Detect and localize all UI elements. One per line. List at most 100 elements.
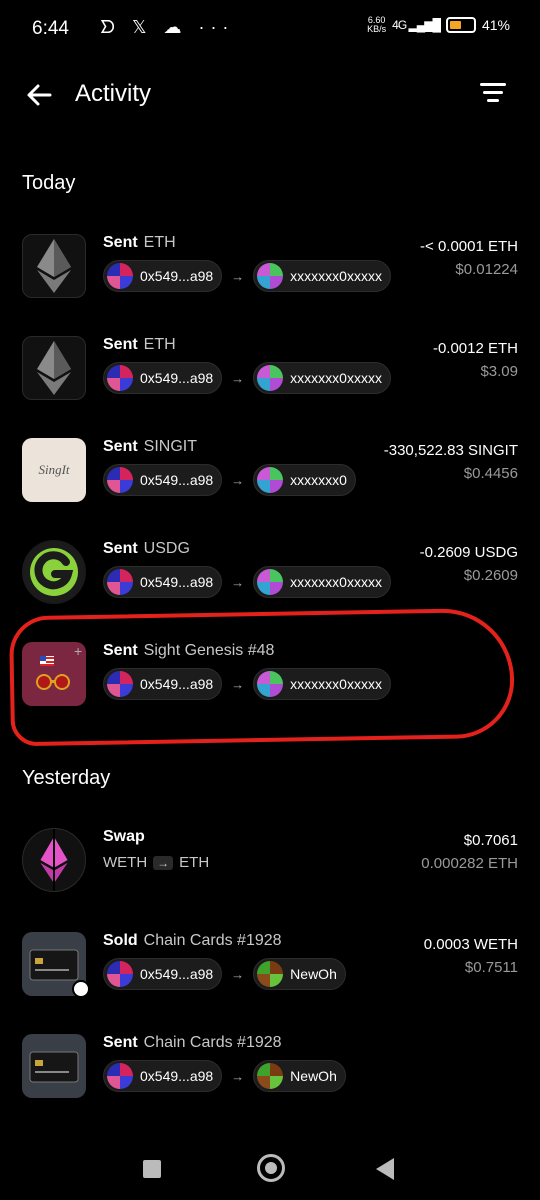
primary-amount: -330,522.83 SINGIT bbox=[383, 442, 518, 459]
row-title: Sent SINGIT bbox=[103, 438, 197, 456]
arrow-right-icon: → bbox=[231, 1068, 245, 1084]
row-title: Sent ETH bbox=[103, 336, 176, 354]
from-address: 0x549...a98 bbox=[140, 268, 214, 284]
home-icon[interactable] bbox=[257, 1154, 285, 1182]
address-chips: 0x549...a98 → xxxxxxx0xxxxx bbox=[103, 566, 391, 598]
to-address-chip[interactable]: xxxxxxx0xxxxx bbox=[253, 260, 391, 292]
system-back-icon[interactable] bbox=[376, 1158, 394, 1180]
to-address: NewOh bbox=[290, 966, 337, 982]
from-address: 0x549...a98 bbox=[140, 574, 214, 590]
arrow-right-icon: → bbox=[231, 472, 245, 488]
avatar bbox=[257, 467, 284, 493]
row-asset: USDG bbox=[143, 540, 190, 557]
secondary-amount: $0.2609 bbox=[463, 567, 518, 584]
from-address-chip[interactable]: 0x549...a98 bbox=[103, 260, 223, 292]
avatar bbox=[107, 1063, 133, 1089]
system-nav-bar bbox=[0, 1140, 540, 1200]
status-time: 6:44 bbox=[32, 18, 69, 39]
page-title: Activity bbox=[75, 80, 152, 107]
eth-token-icon bbox=[22, 336, 86, 400]
usdg-token-icon bbox=[22, 540, 86, 604]
avatar bbox=[107, 263, 133, 289]
primary-amount: -0.0012 ETH bbox=[432, 340, 518, 357]
row-kind: Sent bbox=[103, 336, 138, 353]
eth-token-icon bbox=[22, 234, 86, 298]
to-address-chip[interactable]: NewOh bbox=[253, 958, 346, 990]
avatar bbox=[107, 961, 133, 987]
to-address: xxxxxxx0xxxxx bbox=[290, 268, 382, 284]
activity-row[interactable]: Sent Chain Cards #1928 0x549...a98 → NewO… bbox=[0, 1034, 540, 1114]
arrow-right-icon: → bbox=[231, 370, 245, 386]
row-amount: -< 0.0001 ETH $0.01224 bbox=[420, 238, 518, 278]
secondary-amount: 0.000282 ETH bbox=[421, 855, 518, 872]
row-title: Sent USDG bbox=[103, 540, 190, 558]
row-amount: -330,522.83 SINGIT $0.4456 bbox=[384, 442, 518, 482]
row-title: Sent ETH bbox=[103, 234, 176, 252]
avatar bbox=[107, 569, 133, 595]
arrow-right-icon: → bbox=[153, 855, 174, 870]
activity-row[interactable]: Sold Chain Cards #1928 0x549...a98 → NewO… bbox=[0, 932, 540, 1012]
secondary-amount: $0.01224 bbox=[455, 261, 518, 278]
activity-row[interactable]: Sent ETH 0x549...a98 → xxxxxxx0xxxxx -< 0… bbox=[0, 234, 540, 314]
status-notification-icons: ᗤ 𝕏 ☁ ··· bbox=[100, 17, 235, 37]
to-address: xxxxxxx0xxxxx bbox=[290, 574, 382, 590]
secondary-amount: $3.09 bbox=[480, 363, 518, 380]
row-kind: Sent bbox=[103, 234, 138, 251]
to-address-chip[interactable]: xxxxxxx0xxxxx bbox=[253, 566, 391, 598]
swap-to-token: ETH bbox=[179, 854, 210, 871]
swap-icon bbox=[22, 828, 86, 892]
section-today: Today bbox=[22, 172, 76, 194]
row-kind: Sent bbox=[103, 540, 138, 557]
network-speed: 6.60 KB/s bbox=[367, 16, 386, 34]
row-amount: $0.7061 0.000282 ETH bbox=[421, 832, 518, 872]
battery-percent: 41% bbox=[481, 17, 510, 33]
arrow-right-icon: → bbox=[231, 574, 245, 590]
avatar bbox=[257, 1063, 284, 1089]
from-address: 0x549...a98 bbox=[140, 472, 214, 488]
row-title: Sent Chain Cards #1928 bbox=[103, 1034, 282, 1052]
from-address: 0x549...a98 bbox=[140, 370, 214, 386]
from-address-chip[interactable]: 0x549...a98 bbox=[103, 1060, 223, 1092]
from-address-chip[interactable]: 0x549...a98 bbox=[103, 362, 223, 394]
to-address: xxxxxxx0xxxxx bbox=[290, 370, 382, 386]
from-address: 0x549...a98 bbox=[140, 1068, 214, 1084]
to-address-chip[interactable]: xxxxxxx0 bbox=[253, 464, 356, 496]
row-kind: Sold bbox=[103, 932, 138, 949]
address-chips: 0x549...a98 → xxxxxxx0 bbox=[103, 464, 356, 496]
row-asset: ETH bbox=[143, 336, 176, 353]
to-address-chip[interactable]: NewOh bbox=[253, 1060, 346, 1092]
avatar bbox=[107, 467, 133, 493]
singit-token-icon: SingIt bbox=[22, 438, 86, 502]
swap-from-token: WETH bbox=[103, 854, 148, 871]
row-asset: Chain Cards #1928 bbox=[143, 1034, 282, 1051]
avatar bbox=[257, 365, 284, 391]
from-address-chip[interactable]: 0x549...a98 bbox=[103, 566, 223, 598]
secondary-amount: $0.7511 bbox=[464, 959, 518, 976]
battery-fill bbox=[449, 21, 461, 29]
back-arrow-icon[interactable] bbox=[24, 80, 54, 110]
to-address: xxxxxxx0 bbox=[290, 472, 347, 488]
singit-logo-text: SingIt bbox=[38, 462, 70, 477]
to-address-chip[interactable]: xxxxxxx0xxxxx bbox=[253, 362, 391, 394]
battery-icon bbox=[445, 17, 476, 33]
network-type: 4G bbox=[392, 18, 407, 32]
activity-row[interactable]: SingIt Sent SINGIT 0x549...a98 → xxxxxxx0… bbox=[0, 438, 540, 518]
hand-drawn-highlight-circle bbox=[8, 607, 516, 747]
activity-row[interactable]: Sent USDG 0x549...a98 → xxxxxxx0xxxxx -0.… bbox=[0, 540, 540, 620]
from-address-chip[interactable]: 0x549...a98 bbox=[103, 464, 223, 496]
activity-row[interactable]: Sent ETH 0x549...a98 → xxxxxxx0xxxxx -0.0… bbox=[0, 336, 540, 416]
row-title: Sold Chain Cards #1928 bbox=[103, 932, 282, 950]
row-title: Swap bbox=[103, 828, 145, 846]
network-speed-unit: KB/s bbox=[367, 24, 387, 34]
row-amount: -0.0012 ETH $3.09 bbox=[433, 340, 518, 380]
row-amount: 0.0003 WETH $0.7511 bbox=[424, 936, 518, 976]
activity-row[interactable]: Swap WETH → ETH $0.7061 0.000282 ETH bbox=[0, 828, 540, 908]
address-chips: 0x549...a98 → NewOh bbox=[103, 958, 346, 990]
from-address-chip[interactable]: 0x549...a98 bbox=[103, 958, 223, 990]
row-kind: Swap bbox=[103, 828, 145, 845]
header: Activity bbox=[0, 70, 540, 120]
recent-apps-icon[interactable] bbox=[143, 1160, 161, 1178]
primary-amount: 0.0003 WETH bbox=[423, 936, 518, 953]
arrow-right-icon: → bbox=[231, 268, 245, 284]
filter-icon[interactable] bbox=[480, 83, 506, 105]
